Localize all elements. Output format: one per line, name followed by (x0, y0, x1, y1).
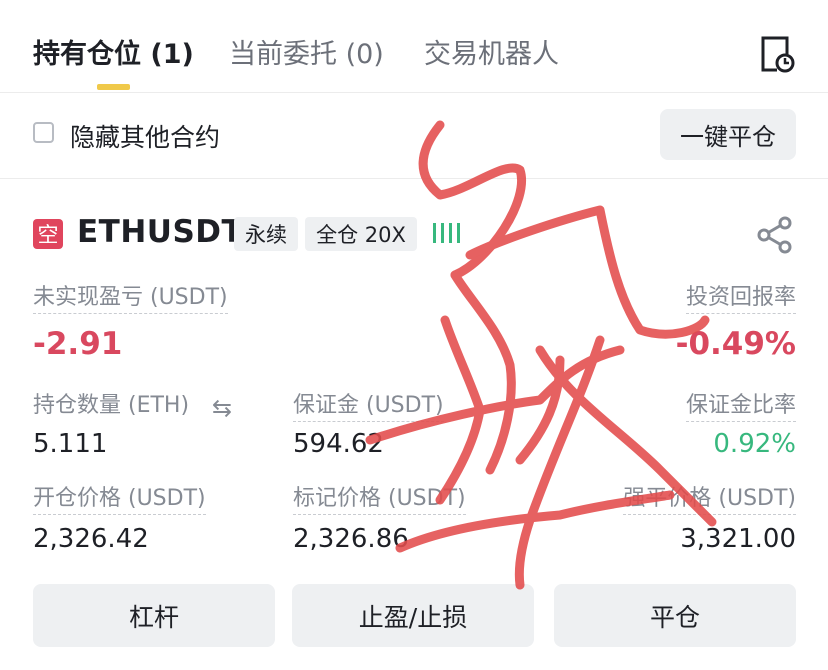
entry-price-label[interactable]: 开仓价格 (USDT) (33, 485, 206, 515)
margin-value: 594.62 (293, 429, 384, 459)
tab-positions[interactable]: 持有仓位 (1) (33, 32, 194, 71)
controls-divider (0, 178, 828, 179)
entry-price-value: 2,326.42 (33, 524, 149, 554)
header-divider (0, 92, 828, 93)
margin-ratio-value: 0.92% (713, 429, 796, 459)
margin-ratio-label[interactable]: 保证金比率 (685, 392, 796, 422)
margin-mode-tag: 全仓 20X (305, 217, 417, 251)
position-size-value: 5.111 (33, 429, 108, 459)
active-tab-indicator (97, 84, 130, 90)
liquidation-price-value: 3,321.00 (680, 524, 796, 554)
leverage-button[interactable]: 杠杆 (33, 584, 275, 647)
adl-indicator-icon (433, 223, 460, 243)
close-position-button[interactable]: 平仓 (554, 584, 796, 647)
share-button[interactable] (755, 215, 795, 255)
share-icon (757, 216, 792, 254)
history-clock-icon (761, 36, 795, 73)
position-symbol[interactable]: ETHUSDT (77, 214, 243, 250)
mark-price-value: 2,326.86 (293, 524, 409, 554)
short-side-badge: 空 (33, 219, 63, 249)
tab-open-orders[interactable]: 当前委托 (0) (229, 32, 384, 71)
unrealized-pnl-value: -2.91 (33, 326, 123, 362)
liquidation-price-label[interactable]: 强平价格 (USDT) (623, 485, 796, 515)
hide-others-label: 隐藏其他合约 (70, 123, 221, 152)
contract-type-tag: 永续 (234, 217, 298, 251)
roi-value: -0.49% (675, 326, 796, 362)
tab-trading-bots[interactable]: 交易机器人 (424, 32, 559, 71)
unrealized-pnl-label[interactable]: 未实现盈亏 (USDT) (33, 284, 228, 314)
position-size-label: 持仓数量 (ETH) (33, 393, 190, 418)
roi-label[interactable]: 投资回报率 (685, 284, 796, 314)
tp-sl-button[interactable]: 止盈/止损 (292, 584, 534, 647)
swap-arrows-icon[interactable]: ⇆ (212, 394, 232, 422)
hide-others-checkbox[interactable] (33, 122, 54, 143)
margin-label[interactable]: 保证金 (USDT) (293, 392, 444, 422)
close-all-button[interactable]: 一键平仓 (660, 109, 796, 160)
mark-price-label[interactable]: 标记价格 (USDT) (293, 485, 466, 515)
history-button[interactable] (757, 34, 797, 74)
